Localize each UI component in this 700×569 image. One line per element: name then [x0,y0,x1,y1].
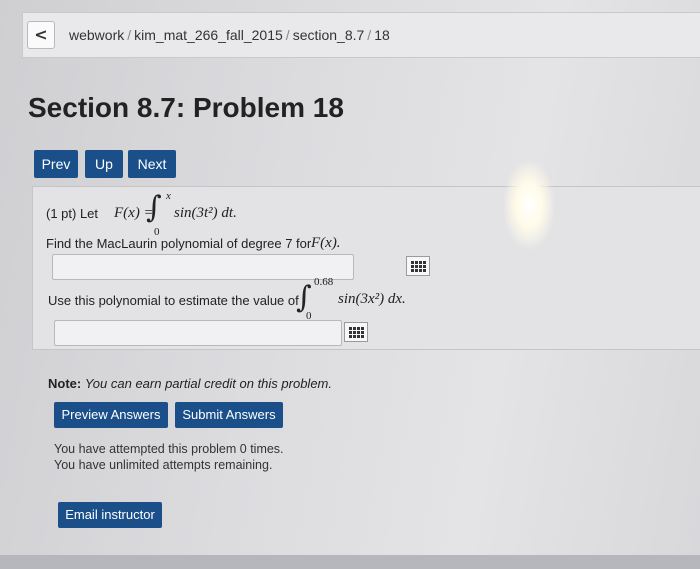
note-text: You can earn partial credit on this prob… [84,376,332,391]
integral-sign: ∫ [146,190,162,225]
submit-answers-button[interactable]: Submit Answers [175,402,283,428]
grid-icon[interactable] [344,322,368,342]
breadcrumb-course[interactable]: kim_mat_266_fall_2015 [134,27,283,43]
up-button[interactable]: Up [85,150,123,178]
partial-credit-note: Note: You can earn partial credit on thi… [48,376,332,391]
breadcrumb: < webwork / kim_mat_266_fall_2015/section_… [22,12,700,58]
problem-points: (1 pt) Let [46,206,99,221]
breadcrumb-separator: / [127,27,132,43]
part1-function: F(x). [311,235,341,251]
screen-glare [503,160,555,250]
prev-button[interactable]: Prev [34,150,78,178]
breadcrumb-separator: / [367,27,372,43]
breadcrumb-problem: 18 [374,27,390,43]
answer-field-1[interactable] [52,254,354,280]
email-instructor-button[interactable]: Email instructor [58,502,162,528]
note-label: Note: [48,376,82,391]
breadcrumb-trail: webwork / kim_mat_266_fall_2015/section_8.… [69,27,390,43]
attempts-remaining: You have unlimited attempts remaining. [54,458,273,472]
bottom-strip [0,555,700,569]
breadcrumb-separator: / [285,27,290,43]
integral-upper-limit: x [166,190,171,202]
next-button[interactable]: Next [128,150,176,178]
answer-field-2[interactable] [54,320,342,346]
grid-icon[interactable] [406,256,430,276]
integrand: sin(3t²) dt. [174,205,237,221]
preview-answers-button[interactable]: Preview Answers [54,402,168,428]
attempts-count: You have attempted this problem 0 times. [54,442,284,456]
integral-upper-limit: 0.68 [314,276,334,288]
breadcrumb-webwork[interactable]: webwork [69,27,124,43]
integrand: sin(3x²) dx. [338,291,406,307]
back-button[interactable]: < [27,21,55,49]
part1-prompt: Find the MacLaurin polynomial of degree … [46,236,312,251]
part2-prompt: Use this polynomial to estimate the valu… [48,293,299,308]
page-title: Section 8.7: Problem 18 [28,92,344,123]
breadcrumb-set[interactable]: section_8.7 [293,27,365,43]
